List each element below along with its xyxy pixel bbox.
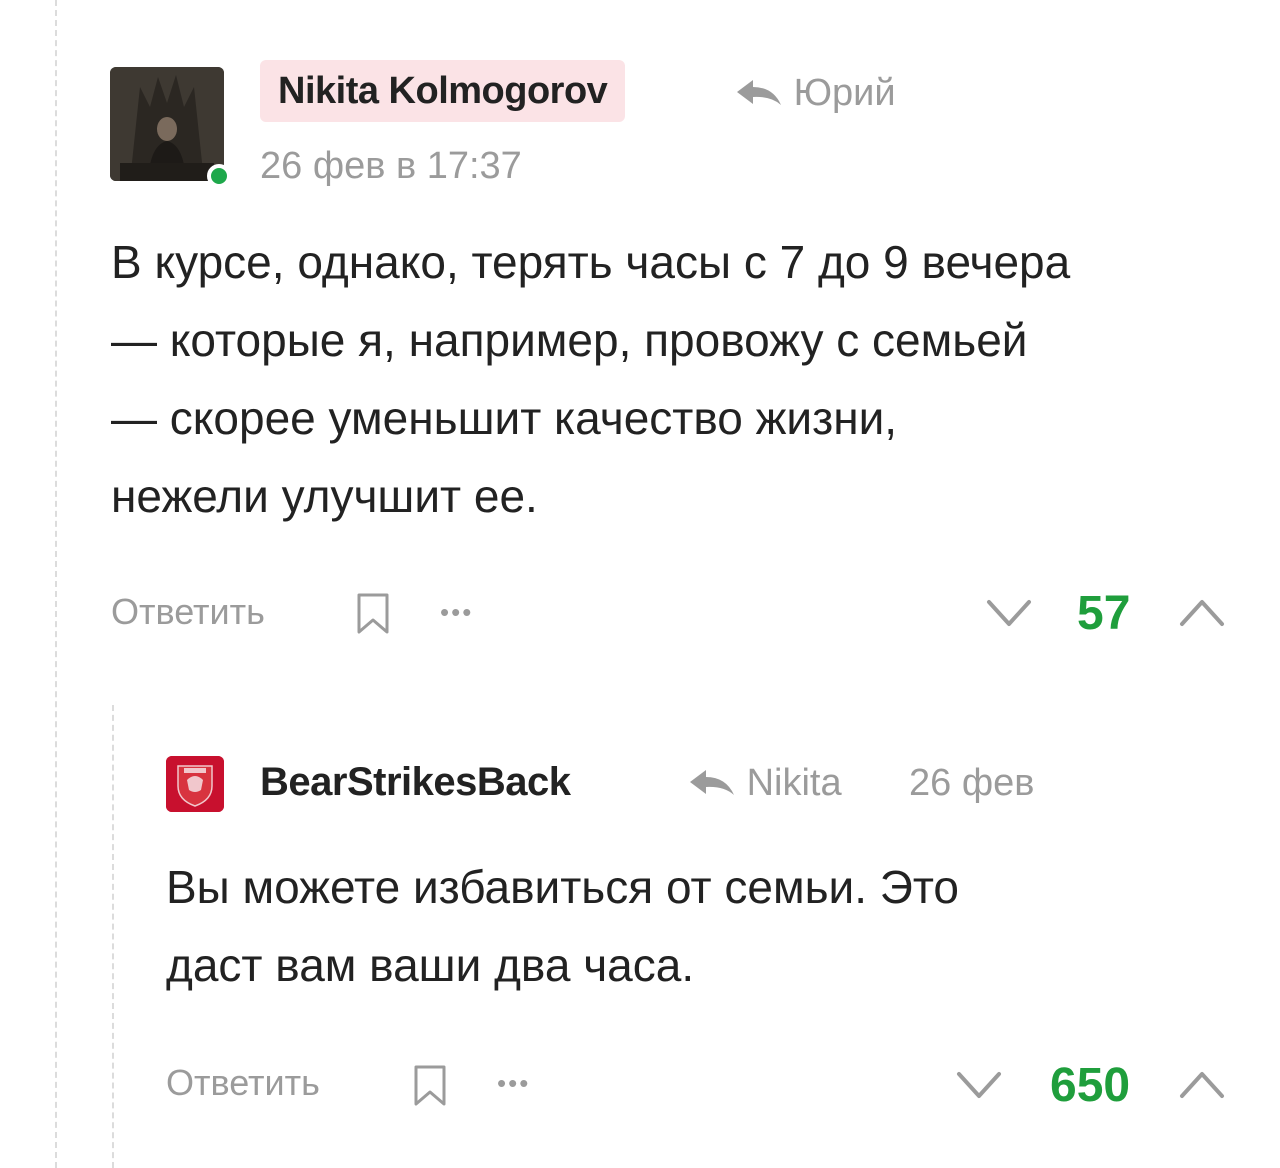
comment-date[interactable]: 26 фев в 17:37 bbox=[260, 143, 522, 189]
reply-button[interactable]: Ответить bbox=[166, 1060, 320, 1106]
vote-up-button[interactable] bbox=[1178, 598, 1226, 633]
avatar[interactable] bbox=[110, 67, 224, 181]
reply-arrow-icon bbox=[735, 72, 783, 118]
thread-line-nested bbox=[112, 705, 114, 1168]
club-crest-icon bbox=[166, 756, 224, 812]
avatar[interactable] bbox=[166, 756, 224, 812]
chevron-up-icon bbox=[1180, 1072, 1224, 1098]
reply-to[interactable]: Юрий bbox=[735, 70, 896, 118]
comment-text-line: — которые я, например, провожу с семьей bbox=[111, 314, 1028, 366]
comment-text: Вы можете избавиться от семьи. Это даст … bbox=[166, 848, 959, 1004]
author-name[interactable]: Nikita Kolmogorov bbox=[260, 60, 626, 122]
chevron-down-icon bbox=[957, 1072, 1001, 1098]
reply-arrow-icon bbox=[688, 762, 736, 808]
chevron-down-icon bbox=[987, 600, 1031, 626]
comment-text-line: — скорее уменьшит качество жизни, bbox=[111, 392, 898, 444]
thread-line-root bbox=[55, 0, 57, 1168]
chevron-up-icon bbox=[1180, 600, 1224, 626]
vote-down-button[interactable] bbox=[985, 598, 1033, 633]
bookmark-icon[interactable] bbox=[355, 592, 391, 641]
reply-to-name: Юрий bbox=[793, 72, 896, 114]
comment-date[interactable]: 26 фев bbox=[909, 760, 1034, 806]
comment-score: 650 bbox=[1050, 1059, 1131, 1112]
comment-text-line: Вы можете избавиться от семьи. Это bbox=[166, 861, 960, 913]
avatar-image bbox=[110, 67, 224, 181]
comment-score: 57 bbox=[1077, 587, 1131, 640]
more-button[interactable]: ••• bbox=[440, 589, 473, 635]
vote-up-button[interactable] bbox=[1178, 1070, 1226, 1105]
more-button[interactable]: ••• bbox=[497, 1060, 530, 1106]
reply-to-name: Nikita bbox=[746, 762, 842, 804]
comment-text-line: нежели улучшит ее. bbox=[111, 470, 538, 522]
reply-button[interactable]: Ответить bbox=[111, 589, 265, 635]
vote-down-button[interactable] bbox=[955, 1070, 1003, 1105]
online-indicator bbox=[207, 164, 231, 188]
author-name[interactable]: BearStrikesBack bbox=[260, 757, 571, 807]
bookmark-icon[interactable] bbox=[412, 1064, 448, 1113]
comment-text: В курсе, однако, терять часы с 7 до 9 ве… bbox=[111, 223, 1070, 535]
comment-text-line: В курсе, однако, терять часы с 7 до 9 ве… bbox=[111, 236, 1071, 288]
reply-to[interactable]: Nikita bbox=[688, 760, 842, 808]
comment-text-line: даст вам ваши два часа. bbox=[166, 939, 695, 991]
